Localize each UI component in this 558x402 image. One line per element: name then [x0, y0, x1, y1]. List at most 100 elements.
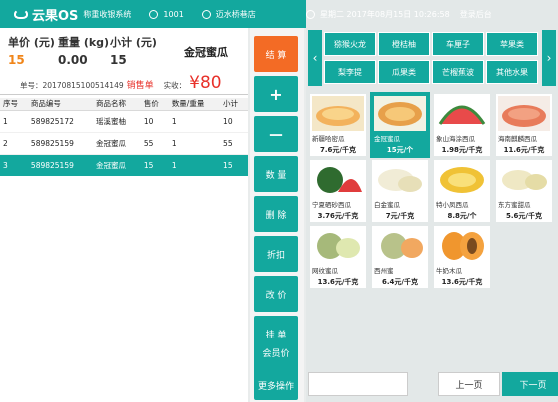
small-phoenix-watermelon-image	[436, 162, 488, 197]
product-price: 6.4元/千克	[382, 278, 418, 286]
product-price: 7元/千克	[385, 212, 415, 220]
product-name: 象山海涂西瓜	[436, 135, 475, 143]
category-tab[interactable]: 其他水果	[486, 60, 538, 84]
cell-price: 10	[140, 110, 169, 133]
product-name: 金冠蜜瓜	[374, 135, 400, 143]
unit-price-value: 15	[8, 53, 25, 67]
product-price: 1.98元/千克	[441, 146, 483, 154]
app-logo: 云果OS 称重收银系统	[14, 5, 131, 24]
store-info: 迈水桥巷店	[201, 9, 256, 20]
cell-code: 589825172	[27, 110, 94, 133]
product-name: 白金蜜瓜	[374, 201, 400, 209]
top-right: 星期二 2017年08月15日 10:26:58 登录后台	[306, 0, 558, 28]
datetime: 星期二 2017年08月15日 10:26:58	[320, 9, 450, 19]
more-actions-button[interactable]: 更多操作	[254, 370, 298, 400]
product-price: 3.76元/千克	[317, 212, 359, 220]
golden-melon-image	[374, 96, 426, 131]
unit-price-label: 单价 (元)	[8, 36, 55, 49]
product-card[interactable]: 特小凤西瓜 8.8元/个	[434, 160, 490, 222]
category-tab[interactable]: 芒榴蕉波	[432, 60, 484, 84]
top-bar: 云果OS 称重收银系统 1001 迈水桥巷店 星期二 2017年08月15日 1…	[0, 0, 558, 28]
product-card[interactable]: 白金蜜瓜 7元/千克	[372, 160, 428, 222]
logout-link[interactable]: 登录后台	[460, 9, 492, 20]
ningxia-watermelon-image	[312, 162, 364, 197]
cell-qty: 1	[168, 154, 221, 176]
subtotal-block: 小计 (元) 15	[110, 34, 157, 67]
cell-subtotal: 10	[220, 110, 248, 133]
category-tab[interactable]: 车厘子	[432, 32, 484, 56]
next-page-button[interactable]: 下一页	[502, 372, 558, 396]
cell-price: 15	[140, 154, 169, 176]
product-price: 13.6元/千克	[441, 278, 483, 286]
col-code: 商品编号	[27, 98, 94, 111]
weight-value: 0.00	[58, 53, 88, 67]
table-row-selected[interactable]: 3 589825159 金冠蜜瓜 15 1 15	[0, 154, 248, 176]
product-card[interactable]: 西州蜜 6.4元/千克	[372, 226, 428, 288]
delete-button[interactable]: 删 除	[254, 196, 298, 232]
user-info: 1001	[149, 9, 184, 19]
unit-price-block: 单价 (元) 15	[8, 34, 55, 67]
cell-index: 3	[0, 154, 28, 176]
table-row[interactable]: 2 589825159 金冠蜜瓜 55 1 55	[0, 132, 248, 155]
weight-label: 重量 (kg)	[58, 36, 110, 49]
watermelon-image	[436, 96, 488, 131]
member-price-button[interactable]: 会员价	[254, 338, 298, 366]
table-row[interactable]: 1 589825172 瑶溪蜜柚 10 1 10	[0, 110, 248, 133]
product-name: 西州蜜	[374, 267, 394, 275]
search-input[interactable]	[308, 372, 408, 396]
prev-page-button[interactable]: 上一页	[438, 372, 500, 396]
product-price: 15元/个	[386, 146, 414, 154]
product-name: 新疆哈密瓜	[312, 135, 345, 143]
settle-button[interactable]: 结 算	[254, 36, 298, 72]
cell-code: 589825159	[27, 132, 94, 155]
product-card[interactable]: 牛奶木瓜 13.6元/千克	[434, 226, 490, 288]
product-card[interactable]: 海南麒麟西瓜 11.6元/千克	[496, 94, 552, 156]
cell-price: 55	[140, 132, 169, 155]
cell-code: 589825159	[27, 154, 94, 176]
product-card[interactable]: 新疆哈密瓜 7.6元/千克	[310, 94, 366, 156]
net-melon-image	[312, 228, 364, 263]
category-tab[interactable]: 橙桔柚	[378, 32, 430, 56]
order-number: 20170815100514149	[42, 81, 124, 90]
cell-name: 瑶溪蜜柚	[93, 110, 141, 133]
col-price: 售价	[140, 98, 169, 111]
product-card[interactable]: 宁夏硒砂西瓜 3.76元/千克	[310, 160, 366, 222]
product-card[interactable]: 网纹蜜瓜 13.6元/千克	[310, 226, 366, 288]
product-card[interactable]: 东方蜜甜瓜 5.6元/千克	[496, 160, 552, 222]
papaya-image	[436, 228, 488, 263]
order-items-table: 序号 商品编号 商品名称 售价 数量/重量 小计 1 589825172 瑶溪蜜…	[0, 98, 248, 176]
category-prev-arrow[interactable]: ‹	[308, 30, 322, 86]
white-gold-melon-image	[374, 162, 426, 197]
category-tab[interactable]: 苹果类	[486, 32, 538, 56]
product-card-selected[interactable]: 金冠蜜瓜 15元/个	[370, 92, 430, 158]
hainan-watermelon-image	[498, 96, 550, 131]
category-tab[interactable]: 瓜果类	[378, 60, 430, 84]
product-price: 7.6元/千克	[320, 146, 356, 154]
category-next-arrow[interactable]: ›	[542, 30, 556, 86]
change-price-button[interactable]: 改 价	[254, 276, 298, 312]
product-card[interactable]: 象山海涂西瓜 1.98元/千克	[434, 94, 490, 156]
product-price: 5.6元/千克	[506, 212, 542, 220]
product-panel: ‹ › 猕猴火龙 橙桔柚 车厘子 苹果类 梨李提 瓜果类 芒榴蕉波 其他水果 新…	[306, 28, 558, 402]
product-price: 11.6元/千克	[503, 146, 545, 154]
product-price: 8.8元/个	[447, 212, 477, 220]
order-number-label: 单号：	[20, 81, 43, 90]
product-name: 特小凤西瓜	[436, 201, 469, 209]
cell-name: 金冠蜜瓜	[93, 154, 141, 176]
weigh-summary: 单价 (元) 15 重量 (kg) 0.00 小计 (元) 15 金冠蜜瓜	[4, 34, 244, 67]
category-tab[interactable]: 梨李提	[324, 60, 376, 84]
category-tab[interactable]: 猕猴火龙	[324, 32, 376, 56]
chevron-left-icon: ‹	[312, 51, 318, 65]
plus-button[interactable]: +	[254, 76, 298, 112]
cell-name: 金冠蜜瓜	[93, 132, 141, 155]
col-subtotal: 小计	[220, 98, 248, 111]
brand-name: 云果OS	[32, 8, 79, 24]
subtotal-value: 15	[110, 53, 127, 67]
cell-qty: 1	[168, 110, 221, 133]
order-status: 销售单	[126, 81, 154, 91]
col-name: 商品名称	[93, 98, 141, 111]
order-panel: 单价 (元) 15 重量 (kg) 0.00 小计 (元) 15 金冠蜜瓜 单号…	[0, 28, 248, 402]
minus-button[interactable]: －	[254, 116, 298, 152]
discount-button[interactable]: 折扣	[254, 236, 298, 272]
quantity-button[interactable]: 数 量	[254, 156, 298, 192]
